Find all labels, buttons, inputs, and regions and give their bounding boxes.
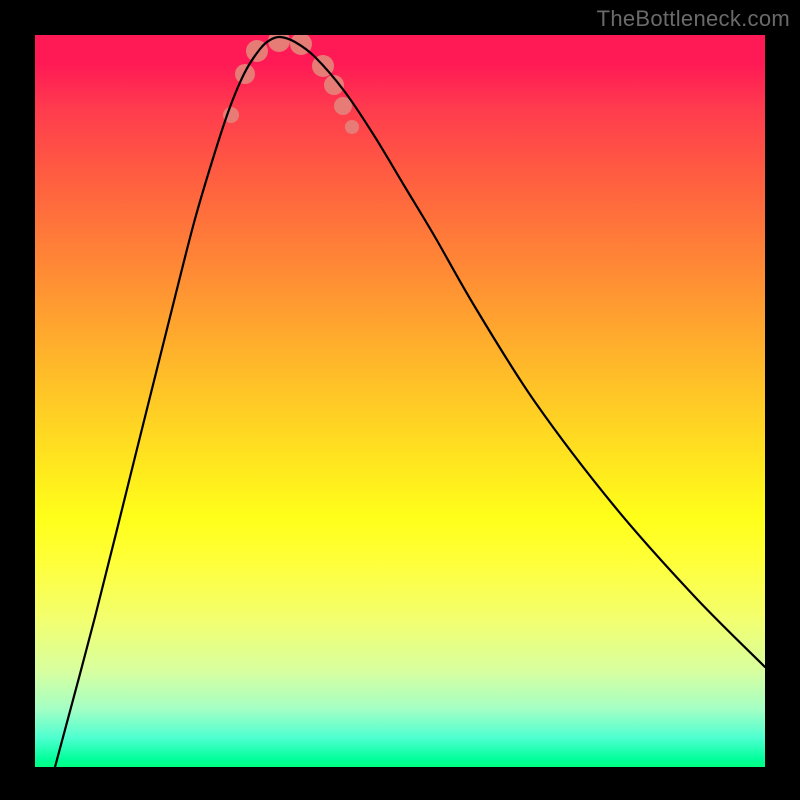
bottleneck-curve <box>55 37 765 767</box>
watermark-text: TheBottleneck.com <box>597 6 790 32</box>
chart-frame: TheBottleneck.com <box>0 0 800 800</box>
curve-marker <box>345 120 359 134</box>
plot-area <box>35 35 765 767</box>
curve-svg <box>35 35 765 767</box>
